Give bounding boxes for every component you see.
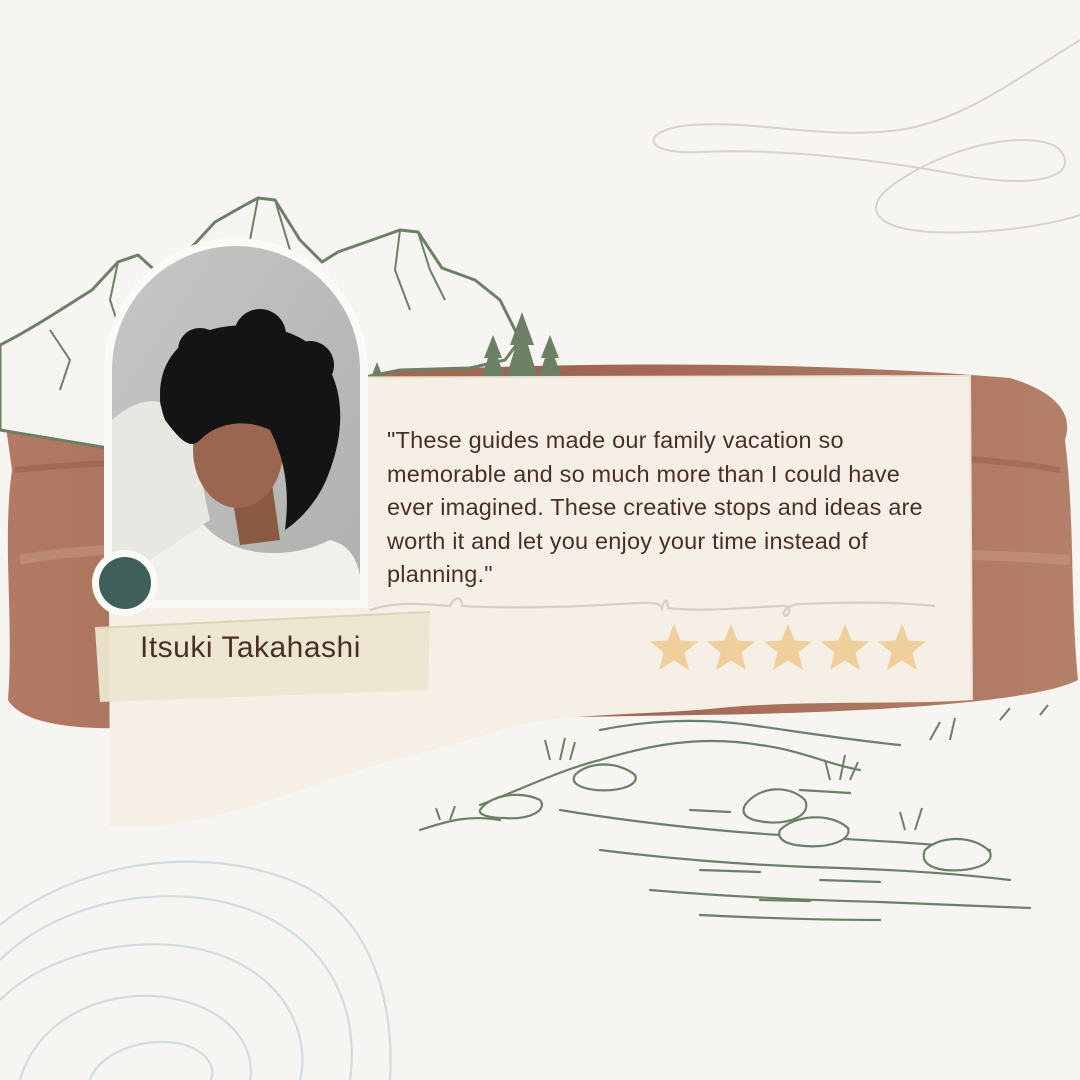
reviewer-name: Itsuki Takahashi xyxy=(140,631,361,664)
star-icon xyxy=(707,624,755,670)
star-icon xyxy=(764,624,812,670)
star-icon xyxy=(878,624,926,670)
star-rating xyxy=(648,622,928,674)
star-icon xyxy=(650,624,698,670)
star-icon xyxy=(821,624,869,670)
review-quote: "These guides made our family vacation s… xyxy=(387,427,923,587)
